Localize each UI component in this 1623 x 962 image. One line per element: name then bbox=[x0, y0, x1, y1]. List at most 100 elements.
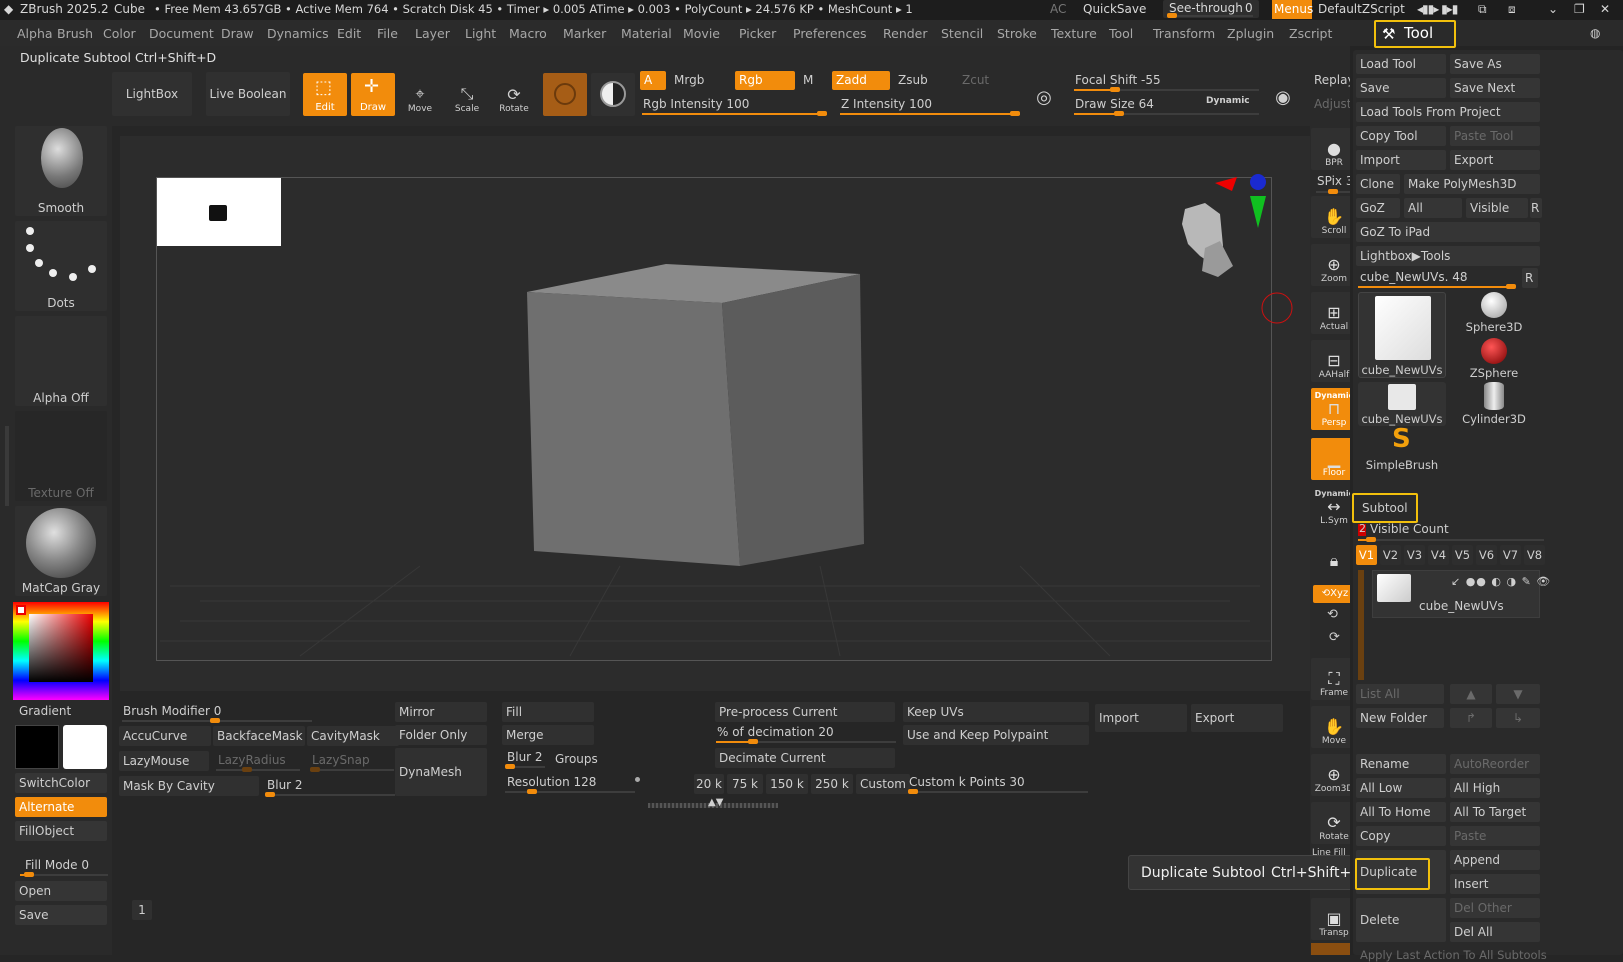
preprocess-current-button[interactable]: Pre-process Current bbox=[715, 702, 895, 722]
tool-thumb-cube-active[interactable]: cube_NewUVs bbox=[1358, 292, 1446, 378]
focal-shift-slider[interactable]: Focal Shift -55 bbox=[1075, 73, 1161, 87]
close-icon[interactable]: ✕ bbox=[1600, 2, 1610, 16]
subtool-version-v7[interactable]: V7 bbox=[1500, 545, 1521, 565]
subtool-paste-button[interactable]: Paste bbox=[1450, 826, 1540, 846]
del-all-button[interactable]: Del All bbox=[1450, 922, 1540, 942]
subtool-version-v4[interactable]: V4 bbox=[1428, 545, 1449, 565]
live-boolean-button[interactable]: Live Boolean bbox=[206, 72, 290, 116]
a-toggle[interactable]: A bbox=[640, 71, 666, 90]
menu-alpha[interactable]: Alpha bbox=[17, 26, 53, 41]
export-button[interactable]: Export bbox=[1191, 704, 1283, 732]
sculptris-icon[interactable]: ◎ bbox=[1030, 78, 1058, 108]
subtool-copy-button[interactable]: Copy bbox=[1356, 826, 1446, 846]
navigation-thumbnail[interactable] bbox=[157, 178, 281, 246]
subtool-scrollbar[interactable] bbox=[1358, 570, 1364, 680]
all-to-target-button[interactable]: All To Target bbox=[1450, 802, 1540, 822]
subtool-version-v5[interactable]: V5 bbox=[1452, 545, 1473, 565]
tool-r-button[interactable]: R bbox=[1522, 268, 1538, 288]
autoreorder-button[interactable]: AutoReorder bbox=[1450, 754, 1540, 774]
dynamesh-blur-slider[interactable]: Blur 2 bbox=[507, 750, 543, 764]
folder-out-icon[interactable]: ↱ bbox=[1450, 708, 1492, 728]
all-to-home-button[interactable]: All To Home bbox=[1356, 802, 1446, 822]
main-color[interactable] bbox=[63, 725, 107, 769]
all-high-button[interactable]: All High bbox=[1450, 778, 1540, 798]
import-button[interactable]: Import bbox=[1095, 704, 1187, 732]
zsub-toggle[interactable]: Zsub bbox=[898, 73, 928, 87]
maximize-icon[interactable]: ❐ bbox=[1574, 2, 1585, 16]
tool-thumb-zsphere[interactable]: ZSphere bbox=[1450, 338, 1538, 380]
fill-button[interactable]: Fill bbox=[502, 702, 594, 722]
tool-thumb-cylinder3d[interactable]: Cylinder3D bbox=[1450, 382, 1538, 426]
subtool-version-v1[interactable]: V1 bbox=[1356, 545, 1377, 565]
ac-label[interactable]: AC bbox=[1050, 2, 1066, 16]
subtool-version-v3[interactable]: V3 bbox=[1404, 545, 1425, 565]
move-down-icon[interactable]: ▼ bbox=[1496, 684, 1540, 704]
cavitymask-button[interactable]: CavityMask bbox=[307, 726, 399, 746]
rgb-intensity-slider[interactable]: Rgb Intensity 100 bbox=[643, 97, 749, 111]
scale-mode-button[interactable]: ⤡ Scale bbox=[445, 76, 489, 114]
lightbox-tools-button[interactable]: Lightbox▶Tools bbox=[1356, 246, 1540, 266]
minimize-icon[interactable]: ⌄ bbox=[1548, 2, 1558, 16]
rotate-mode-button[interactable]: ⟳ Rotate bbox=[492, 76, 536, 114]
menu-zplugin[interactable]: Zplugin bbox=[1227, 26, 1274, 41]
current-tool-slider[interactable]: cube_NewUVs. 48 bbox=[1360, 270, 1468, 284]
mirror-button[interactable]: Mirror bbox=[395, 702, 487, 722]
brush-smooth[interactable]: Smooth bbox=[15, 126, 107, 216]
menu-texture[interactable]: Texture bbox=[1051, 26, 1097, 41]
stroke-dots[interactable]: Dots bbox=[15, 221, 107, 311]
preset-75k-button[interactable]: 75 k bbox=[727, 774, 763, 794]
menu-zscript[interactable]: Zscript bbox=[1289, 26, 1332, 41]
tool-save-button[interactable]: Save bbox=[1356, 78, 1446, 98]
zcut-toggle[interactable]: Zcut bbox=[962, 73, 989, 87]
tool-title[interactable]: Tool bbox=[1404, 24, 1433, 42]
menu-macro[interactable]: Macro bbox=[509, 26, 547, 41]
layout-icon-a[interactable]: ⧉ bbox=[1478, 2, 1487, 17]
menu-dynamics[interactable]: Dynamics bbox=[267, 26, 329, 41]
use-keep-polypaint-button[interactable]: Use and Keep Polypaint bbox=[903, 725, 1089, 745]
move-up-icon[interactable]: ▲ bbox=[1450, 684, 1492, 704]
secondary-color[interactable] bbox=[15, 725, 59, 769]
alpha-off[interactable]: Alpha Off bbox=[15, 316, 107, 406]
preset-custom-button[interactable]: Custom bbox=[856, 774, 910, 794]
mrgb-toggle[interactable]: Mrgb bbox=[674, 73, 704, 87]
menu-draw[interactable]: Draw bbox=[221, 26, 254, 41]
folder-only-button[interactable]: Folder Only bbox=[395, 725, 487, 745]
merge-button[interactable]: Merge bbox=[502, 725, 594, 745]
switchcolor-button[interactable]: SwitchColor bbox=[15, 773, 107, 793]
custom-k-points-slider[interactable]: Custom k Points 30 bbox=[909, 775, 1025, 789]
list-all-button[interactable]: List All bbox=[1356, 684, 1444, 704]
mask-by-cavity-button[interactable]: Mask By Cavity bbox=[119, 776, 259, 796]
lazyradius-slider[interactable]: LazyRadius bbox=[218, 753, 286, 767]
make-polymesh-button[interactable]: Make PolyMesh3D bbox=[1404, 174, 1540, 194]
collapse-arrow-icon[interactable]: ▲▼ bbox=[708, 797, 723, 808]
subtool-version-v2[interactable]: V2 bbox=[1380, 545, 1401, 565]
draw-mode-button[interactable]: ✛ Draw bbox=[351, 73, 395, 116]
preset-20k-button[interactable]: 20 k bbox=[694, 774, 724, 794]
append-button[interactable]: Append bbox=[1450, 850, 1540, 870]
dynamic-label[interactable]: Dynamic bbox=[1206, 96, 1250, 106]
menu-marker[interactable]: Marker bbox=[563, 26, 606, 41]
save-next-button[interactable]: Save Next bbox=[1450, 78, 1540, 98]
spix-slider[interactable]: SPix 3 bbox=[1317, 174, 1353, 188]
fillobject-button[interactable]: FillObject bbox=[15, 821, 107, 841]
layout-icon-b[interactable]: ⧈ bbox=[1508, 2, 1516, 17]
menu-stroke[interactable]: Stroke bbox=[997, 26, 1037, 41]
alternate-button[interactable]: Alternate bbox=[15, 797, 107, 817]
rotate-y-icon[interactable]: ⟲ bbox=[1327, 607, 1338, 622]
rgb-toggle[interactable]: Rgb bbox=[735, 71, 795, 90]
visible-count-label[interactable]: Visible Count bbox=[1370, 522, 1449, 536]
left-tray-handle[interactable] bbox=[5, 426, 9, 506]
tool-thumb-sphere3d[interactable]: Sphere3D bbox=[1450, 292, 1538, 334]
preset-150k-button[interactable]: 150 k bbox=[766, 774, 808, 794]
dynamic-size-icon[interactable]: ◉ bbox=[1268, 78, 1298, 108]
apply-last-action-button[interactable]: Apply Last Action To All Subtools bbox=[1360, 948, 1547, 962]
goz-ipad-button[interactable]: GoZ To iPad bbox=[1356, 222, 1540, 242]
material-matcap[interactable]: MatCap Gray bbox=[15, 506, 107, 596]
rename-button[interactable]: Rename bbox=[1356, 754, 1446, 774]
decimate-current-button[interactable]: Decimate Current bbox=[715, 748, 895, 768]
material-sphere-button[interactable] bbox=[543, 73, 587, 116]
delete-button[interactable]: Delete bbox=[1356, 898, 1446, 942]
tool-import-button[interactable]: Import bbox=[1356, 150, 1446, 170]
accucurve-button[interactable]: AccuCurve bbox=[119, 726, 211, 746]
color-picker[interactable] bbox=[13, 602, 109, 700]
